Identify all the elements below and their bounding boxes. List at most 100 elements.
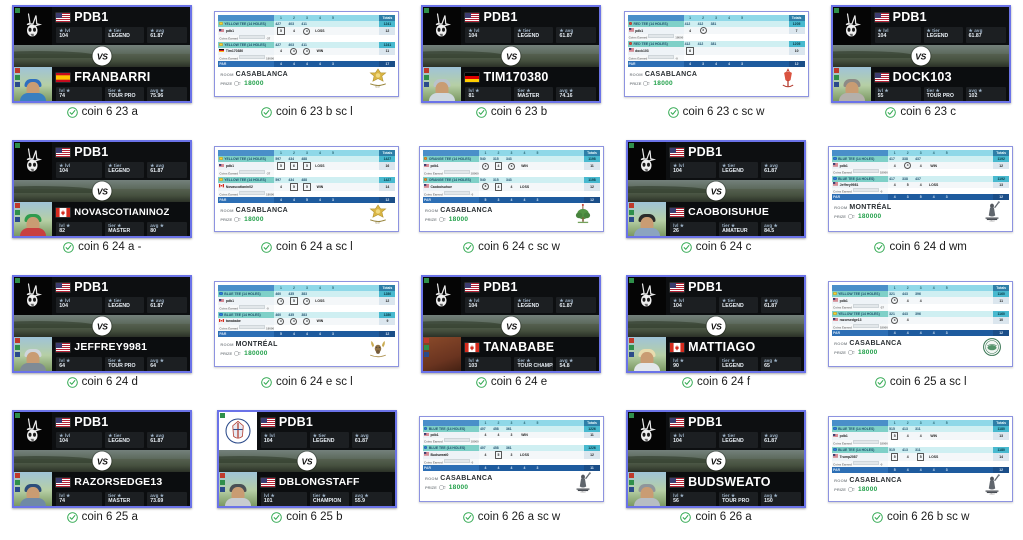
thumbnail[interactable]: 1 2 3 4 5 Totals ORANGE TEE (14 HOLES) 540 315 34… xyxy=(409,135,614,243)
thumbnail[interactable]: 1 2 3 4 5 Totals BLUE TEE (14 HOLES) 515 413 311 1… xyxy=(818,405,1023,513)
scorecard-card[interactable]: 1 2 3 4 5 Totals YELLOW TEE (14 HOLES) 321 443 39… xyxy=(828,281,1014,367)
gallery-cell[interactable]: PDB1 ★ lvl 104 ★ tier LEGEND ★ avg 61.87 VS CAOB… xyxy=(614,135,819,270)
match-card[interactable]: PDB1 ★ lvl 104 ★ tier LEGEND ★ avg 61.87 VS CAOB… xyxy=(626,140,807,238)
thumbnail[interactable]: PDB1 ★ lvl 104 ★ tier LEGEND ★ avg 61.87 VS FRAN… xyxy=(0,0,205,108)
thumbnail[interactable]: PDB1 ★ lvl 104 ★ tier LEGEND ★ avg 61.87 VS RAZO… xyxy=(0,405,205,513)
hole-score: 4 xyxy=(914,432,928,440)
score-plain: 4 xyxy=(893,163,896,168)
match-card[interactable]: PDB1 ★ lvl 104 ★ tier LEGEND ★ avg 61.87 VS TANA… xyxy=(421,275,602,373)
stat-average: avg ★ 74.16 xyxy=(556,87,597,101)
scorecard-card[interactable]: 1 2 3 4 5 Totals BLUE TEE (14 HOLES) 417 338 437 1… xyxy=(828,146,1014,232)
thumbnail[interactable]: PDB1 ★ lvl 104 ★ tier LEGEND ★ avg 61.87 VS DOCK… xyxy=(818,0,1023,108)
thumbnail[interactable]: 1 2 3 4 5 Totals RED TEE (14 HOLES) 412 412 381 12… xyxy=(614,0,819,108)
gallery-cell[interactable]: PDB1 ★ lvl 104 ★ tier LEGEND ★ avg 61.87 VS DOCK… xyxy=(818,0,1023,135)
thumbnail-caption: coin 6 26 a xyxy=(680,511,752,524)
thumbnail-caption: coin 6 25 a xyxy=(66,511,138,524)
score-box: 5 xyxy=(916,452,925,461)
stat-tier-value: TOUR PRO xyxy=(926,93,954,99)
scorecard-card[interactable]: 1 2 3 4 5 Totals BLUE TEE (14 HOLES) 407 458 361 1… xyxy=(418,416,604,502)
match-card[interactable]: PDB1 ★ lvl 104 ★ tier LEGEND ★ avg 61.87 VS DOCK… xyxy=(830,5,1011,103)
avatar xyxy=(218,412,257,450)
thumbnail[interactable]: 1 2 3 4 5 Totals BLUE TEE (14 HOLES) 417 338 437 1… xyxy=(818,135,1023,243)
scorecard-card[interactable]: 1 2 3 4 5 Totals YELLOW TEE (14 HOLES) 427 403 41… xyxy=(214,11,400,97)
gallery-cell[interactable]: 1 2 3 4 5 Totals YELLOW TEE (14 HOLES) 321 443 39… xyxy=(818,270,1023,405)
gallery-cell[interactable]: PDB1 ★ lvl 104 ★ tier LEGEND ★ avg 61.87 VS FRAN… xyxy=(0,0,205,135)
stat-tier: ★ tier LEGEND xyxy=(514,297,554,313)
svg-text:1815: 1815 xyxy=(990,221,996,222)
match-result: LOSS xyxy=(519,452,530,457)
stat-tier: tier ★ LEGEND xyxy=(719,357,759,371)
thumbnail[interactable]: 1 2 3 4 5 Totals BLUE TEE (14 HOLES) 407 458 361 1… xyxy=(409,405,614,513)
coins-earned-value: 18000 xyxy=(879,325,888,330)
gallery-cell[interactable]: 1 2 3 4 5 Totals YELLOW TEE (14 HOLES) 427 403 41… xyxy=(205,0,410,135)
thumbnail[interactable]: PDB1 ★ lvl 104 ★ tier LEGEND ★ avg 61.87 VS BUDS… xyxy=(614,405,819,513)
gallery-cell[interactable]: PDB1 ★ lvl 104 ★ tier LEGEND ★ avg 61.87 VS MATT… xyxy=(614,270,819,405)
match-player-bottom: FRANBARRI lvl ★ 74 tier ★ TOUR PRO avg ★ 75.96 xyxy=(14,67,191,101)
thumbnail[interactable]: PDB1 ★ lvl 104 ★ tier LEGEND ★ avg 61.87 VS JEFF… xyxy=(0,270,205,378)
scorecard-card[interactable]: 1 2 3 4 5 Totals BLUE TEE (14 HOLES) 515 413 311 1… xyxy=(828,416,1014,502)
match-card[interactable]: PDB1 ★ lvl 104 ★ tier LEGEND ★ avg 61.87 VS NOVA… xyxy=(12,140,193,238)
match-card[interactable]: PDB1 ★ lvl 104 ★ tier LEGEND ★ avg 61.87 VS RAZO… xyxy=(12,410,193,508)
hole-score: 4 xyxy=(914,297,928,304)
match-card[interactable]: PDB1 ★ lvl 104 ★ tier LEGEND ★ avg 61.87 VS TIM1… xyxy=(421,5,602,103)
hole-score: 3 xyxy=(300,47,314,55)
stat-tier: tier ★TOUR CHAMPION xyxy=(514,357,554,371)
thumbnail[interactable]: PDB1 ★ lvl 104 ★ tier LEGEND ★ avg 61.87 VS DBLO… xyxy=(205,405,410,513)
player-info: NOVASCOTIANINOZ lvl ★ 82 tier ★ MASTER avg ★ 8… xyxy=(52,202,190,236)
scorecard-card[interactable]: 1 2 3 4 5 Totals RED TEE (14 HOLES) 412 412 381 12… xyxy=(623,11,809,97)
thumbnail[interactable]: PDB1 ★ lvl 104 ★ tier LEGEND ★ avg 61.87 VS TANA… xyxy=(409,270,614,378)
gallery-cell[interactable]: PDB1 ★ lvl 104 ★ tier LEGEND ★ avg 61.87 VS TANA… xyxy=(409,270,614,405)
gallery-cell[interactable]: PDB1 ★ lvl 104 ★ tier LEGEND ★ avg 61.87 VS NOVA… xyxy=(0,135,205,270)
thumbnail[interactable]: 1 2 3 4 5 Totals BLUE TEE (14 HOLES) 460 435 383 1… xyxy=(205,270,410,378)
gallery-cell[interactable]: 1 2 3 4 5 Totals BLUE TEE (14 HOLES) 460 435 383 1… xyxy=(205,270,410,405)
match-card[interactable]: PDB1 ★ lvl 104 ★ tier LEGEND ★ avg 61.87 VS JEFF… xyxy=(12,275,193,373)
match-card[interactable]: PDB1 ★ lvl 104 ★ tier LEGEND ★ avg 61.87 VS MATT… xyxy=(626,275,807,373)
thumbnail[interactable]: PDB1 ★ lvl 104 ★ tier LEGEND ★ avg 61.87 VS CAOB… xyxy=(614,135,819,243)
gallery-cell[interactable]: PDB1 ★ lvl 104 ★ tier LEGEND ★ avg 61.87 VS RAZO… xyxy=(0,405,205,540)
scorecard-card[interactable]: 1 2 3 4 5 Totals YELLOW TEE (14 HOLES) 597 434 48… xyxy=(214,146,400,232)
match-card[interactable]: PDB1 ★ lvl 104 ★ tier LEGEND ★ avg 61.87 VS DBLO… xyxy=(216,410,397,508)
caption-text: coin 6 26 a xyxy=(695,511,752,523)
result-cell xyxy=(543,162,584,170)
player-nameline: FRANBARRI xyxy=(56,69,187,85)
thumbnail[interactable]: 1 2 3 4 5 Totals YELLOW TEE (14 HOLES) 427 403 41… xyxy=(205,0,410,108)
score-box: 5 xyxy=(290,297,298,305)
match-card[interactable]: PDB1 ★ lvl 104 ★ tier LEGEND ★ avg 61.87 VS FRAN… xyxy=(12,5,193,103)
gallery-cell[interactable]: 1 2 3 4 5 Totals BLUE TEE (14 HOLES) 515 413 311 1… xyxy=(818,405,1023,540)
thumbnail[interactable]: 1 2 3 4 5 Totals YELLOW TEE (14 HOLES) 597 434 48… xyxy=(205,135,410,243)
room-logo-icon: 1815 xyxy=(979,200,1005,222)
gallery-cell[interactable]: 1 2 3 4 5 Totals BLUE TEE (14 HOLES) 417 338 437 1… xyxy=(818,135,1023,270)
thumbnail[interactable]: PDB1 ★ lvl 104 ★ tier LEGEND ★ avg 61.87 VS TIM1… xyxy=(409,0,614,108)
gallery-cell[interactable]: 1 2 3 4 5 Totals YELLOW TEE (14 HOLES) 597 434 48… xyxy=(205,135,410,270)
gallery-cell[interactable]: PDB1 ★ lvl 104 ★ tier LEGEND ★ avg 61.87 VS BUDS… xyxy=(614,405,819,540)
thumbnail-caption: coin 6 26 a sc w xyxy=(462,511,560,524)
player-nameline: CAOBOISUHUE xyxy=(670,204,801,220)
stat-average: ★ avg 61.87 xyxy=(351,432,392,448)
coins-earned-row: Coins Earned -37 xyxy=(218,170,396,177)
thumbnail[interactable]: 1 2 3 4 5 Totals YELLOW TEE (14 HOLES) 321 443 39… xyxy=(818,270,1023,378)
stat-tier-value: MASTER xyxy=(517,93,540,99)
gallery-cell[interactable]: PDB1 ★ lvl 104 ★ tier LEGEND ★ avg 61.87 VS JEFF… xyxy=(0,270,205,405)
player-total-score: 12 xyxy=(993,162,1010,169)
gallery-cell[interactable]: 1 2 3 4 5 Totals ORANGE TEE (14 HOLES) 540 315 34… xyxy=(409,135,614,270)
tee-color-dot xyxy=(219,291,223,296)
coins-earned-label: Coins Earned -0 xyxy=(832,460,889,468)
player-name: FRANBARRI xyxy=(74,70,151,84)
stat-level-value: 104 xyxy=(468,33,478,39)
thumbnail[interactable]: PDB1 ★ lvl 104 ★ tier LEGEND ★ avg 61.87 VS MATT… xyxy=(614,270,819,378)
match-card[interactable]: PDB1 ★ lvl 104 ★ tier LEGEND ★ avg 61.87 VS BUDS… xyxy=(626,410,807,508)
gallery-cell[interactable]: PDB1 ★ lvl 104 ★ tier LEGEND ★ avg 61.87 VS TIM1… xyxy=(409,0,614,135)
coins-earned-row: Coins Earned 18000 xyxy=(218,190,396,198)
stat-average: avg ★ 54.8 xyxy=(556,357,597,371)
thumbnail-caption: coin 6 25 b xyxy=(271,511,343,524)
stat-tier: tier ★ TOUR PRO xyxy=(923,87,963,101)
player-nameline: TANABABE xyxy=(465,339,596,355)
gallery-cell[interactable]: 1 2 3 4 5 Totals BLUE TEE (14 HOLES) 407 458 361 1… xyxy=(409,405,614,540)
score-plain: 4 xyxy=(484,433,487,437)
scorecard-card[interactable]: 1 2 3 4 5 Totals BLUE TEE (14 HOLES) 460 435 383 1… xyxy=(214,281,400,367)
player-nameline: PDB1 xyxy=(465,279,596,295)
thumbnail[interactable]: PDB1 ★ lvl 104 ★ tier LEGEND ★ avg 61.87 VS NOVA… xyxy=(0,135,205,243)
gallery-cell[interactable]: PDB1 ★ lvl 104 ★ tier LEGEND ★ avg 61.87 VS DBLO… xyxy=(205,405,410,540)
gallery-cell[interactable]: 1 2 3 4 5 Totals RED TEE (14 HOLES) 412 412 381 12… xyxy=(614,0,819,135)
scorecard-card[interactable]: 1 2 3 4 5 Totals ORANGE TEE (14 HOLES) 540 315 34… xyxy=(418,146,604,232)
